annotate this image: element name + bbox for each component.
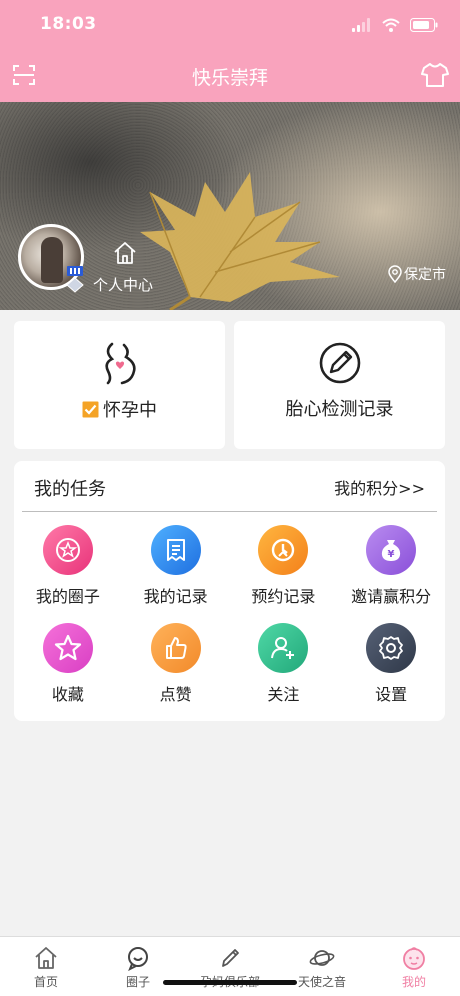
task-label: 我的记录 [143,587,208,606]
task-label: 预约记录 [251,587,316,606]
gear-icon [366,623,417,673]
tab-label: 天使之音 [297,975,346,989]
pregnancy-card[interactable]: 怀孕中 [14,321,225,449]
shirt-icon[interactable] [421,62,449,88]
svg-text:¥: ¥ [388,549,395,560]
battery-icon [410,18,438,32]
money-bag-icon: ¥ [366,525,417,575]
star-icon [42,623,93,673]
task-appointments[interactable]: 预约记录 [230,525,338,607]
task-likes[interactable]: 点赞 [122,623,230,705]
tab-bar: 首页 圈子 孕妈俱乐部 天使之音 我的 [0,936,460,996]
pregnancy-status: 怀孕中 [14,396,225,422]
star-circle-icon [42,525,93,575]
baby-face-icon [403,947,425,970]
nav-bar: 快乐崇拜 [0,50,460,102]
pen-icon [222,949,239,967]
tab-label: 首页 [33,975,58,989]
personal-center-label[interactable]: 个人中心 [93,274,153,295]
status-icons [352,16,438,34]
home-icon [35,947,57,969]
task-settings[interactable]: 设置 [337,623,445,705]
tasks-panel: 我的任务 我的积分>> 我的圈子 我的记录 预约记录 ¥ 邀请赢积分 收藏 点赞… [14,461,445,721]
home-icon[interactable] [112,240,138,266]
tab-label: 我的 [401,975,426,989]
task-grid: 我的圈子 我的记录 预约记录 ¥ 邀请赢积分 收藏 点赞 关注 设置 [14,525,445,705]
appointment-icon [258,525,309,575]
tab-label: 圈子 [125,975,150,989]
page-title: 快乐崇拜 [191,67,268,89]
location-pin-icon [388,265,402,283]
task-label: 关注 [267,685,300,704]
document-icon [150,525,201,575]
location[interactable]: 保定市 [388,264,446,284]
chat-icon [128,947,148,971]
divider [22,511,437,512]
task-invite[interactable]: ¥ 邀请赢积分 [337,525,445,607]
task-favorites[interactable]: 收藏 [14,623,122,705]
status-bar: 18:03 [0,0,460,50]
tab-mine[interactable]: 我的 [368,937,460,996]
task-my-circle[interactable]: 我的圈子 [14,525,122,607]
tasks-title: 我的任务 [34,479,106,500]
checkbox-checked-icon[interactable] [82,401,99,418]
edit-circle-icon [319,342,360,384]
fetal-heart-label: 胎心检测记录 [285,399,394,420]
my-points-link[interactable]: 我的积分>> [334,475,425,499]
home-indicator [163,980,297,985]
tab-home[interactable]: 首页 [0,937,92,996]
task-label: 设置 [375,685,408,704]
status-time: 18:03 [40,14,97,34]
task-my-records[interactable]: 我的记录 [122,525,230,607]
planet-icon [309,950,335,966]
task-follow[interactable]: 关注 [230,623,338,705]
location-label: 保定市 [404,267,446,283]
tab-mom-club[interactable]: 孕妈俱乐部 [184,937,276,996]
pregnancy-label: 怀孕中 [103,400,157,421]
tab-angel-voice[interactable]: 天使之音 [276,937,368,996]
level-badge-icon [66,266,84,293]
wifi-icon [382,18,400,32]
thumbs-up-icon [150,623,201,673]
signal-icon [352,18,370,32]
add-user-icon [258,623,309,673]
tab-circle[interactable]: 圈子 [92,937,184,996]
task-label: 点赞 [159,685,192,704]
task-label: 收藏 [51,685,84,704]
task-label: 邀请赢积分 [351,587,432,606]
task-label: 我的圈子 [35,587,100,606]
fetal-heart-card[interactable]: 胎心检测记录 [234,321,445,449]
pregnancy-icon [104,342,136,385]
